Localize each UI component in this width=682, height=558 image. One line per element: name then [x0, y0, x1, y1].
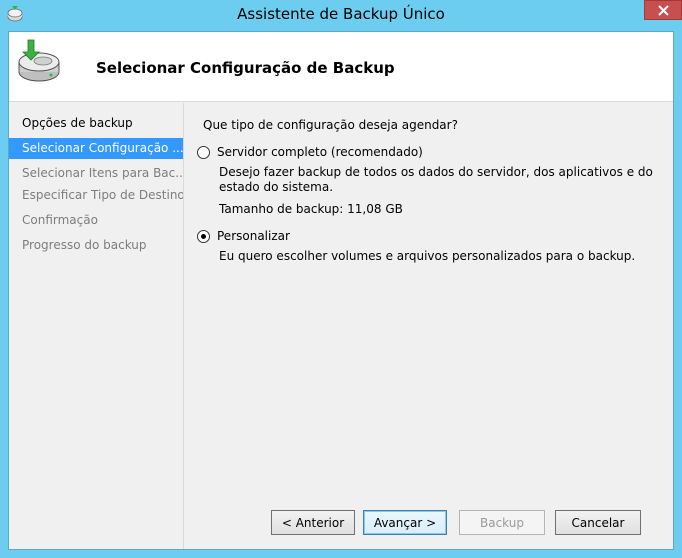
step-destination-type[interactable]: Especificar Tipo de Destino [9, 185, 183, 206]
step-backup-progress[interactable]: Progresso do backup [9, 235, 183, 256]
full-server-option[interactable]: Servidor completo (recomendado) [197, 145, 423, 159]
window-title: Assistente de Backup Único [237, 5, 445, 23]
full-server-description: Desejo fazer backup de todos os dados do… [219, 165, 653, 194]
custom-description: Eu quero escolher volumes e arquivos per… [219, 249, 636, 263]
step-select-items[interactable]: Selecionar Itens para Bac... [9, 163, 183, 184]
close-button[interactable] [644, 0, 682, 20]
wizard-steps-nav: Opções de backup Selecionar Configuração… [9, 103, 184, 549]
full-server-radio[interactable] [197, 145, 210, 159]
title-bar[interactable]: Assistente de Backup Único [0, 0, 682, 30]
wizard-client: Selecionar Configuração de Backup Opções… [8, 31, 674, 550]
main-panel: Que tipo de configuração deseja agendar?… [185, 103, 673, 549]
custom-radio[interactable] [197, 229, 210, 243]
backup-disk-icon [18, 39, 60, 82]
custom-option[interactable]: Personalizar [197, 229, 290, 243]
step-select-configuration[interactable]: Selecionar Configuração ... [9, 138, 183, 159]
configuration-question: Que tipo de configuração deseja agendar? [203, 118, 458, 132]
cancel-button[interactable]: Cancelar [555, 510, 641, 535]
custom-label[interactable]: Personalizar [217, 229, 290, 243]
backup-button[interactable]: Backup [459, 510, 545, 535]
back-button[interactable]: < Anterior [271, 510, 355, 535]
page-title: Selecionar Configuração de Backup [96, 59, 395, 77]
step-confirmation[interactable]: Confirmação [9, 210, 183, 231]
close-icon [657, 4, 669, 16]
backup-size-text: Tamanho de backup: 11,08 GB [219, 202, 403, 216]
wizard-header: Selecionar Configuração de Backup [9, 32, 673, 102]
step-backup-options[interactable]: Opções de backup [9, 113, 183, 134]
wizard-window: Assistente de Backup Único Selecionar Co… [0, 0, 682, 558]
next-button[interactable]: Avançar > [363, 510, 447, 535]
full-server-label[interactable]: Servidor completo (recomendado) [217, 145, 423, 159]
